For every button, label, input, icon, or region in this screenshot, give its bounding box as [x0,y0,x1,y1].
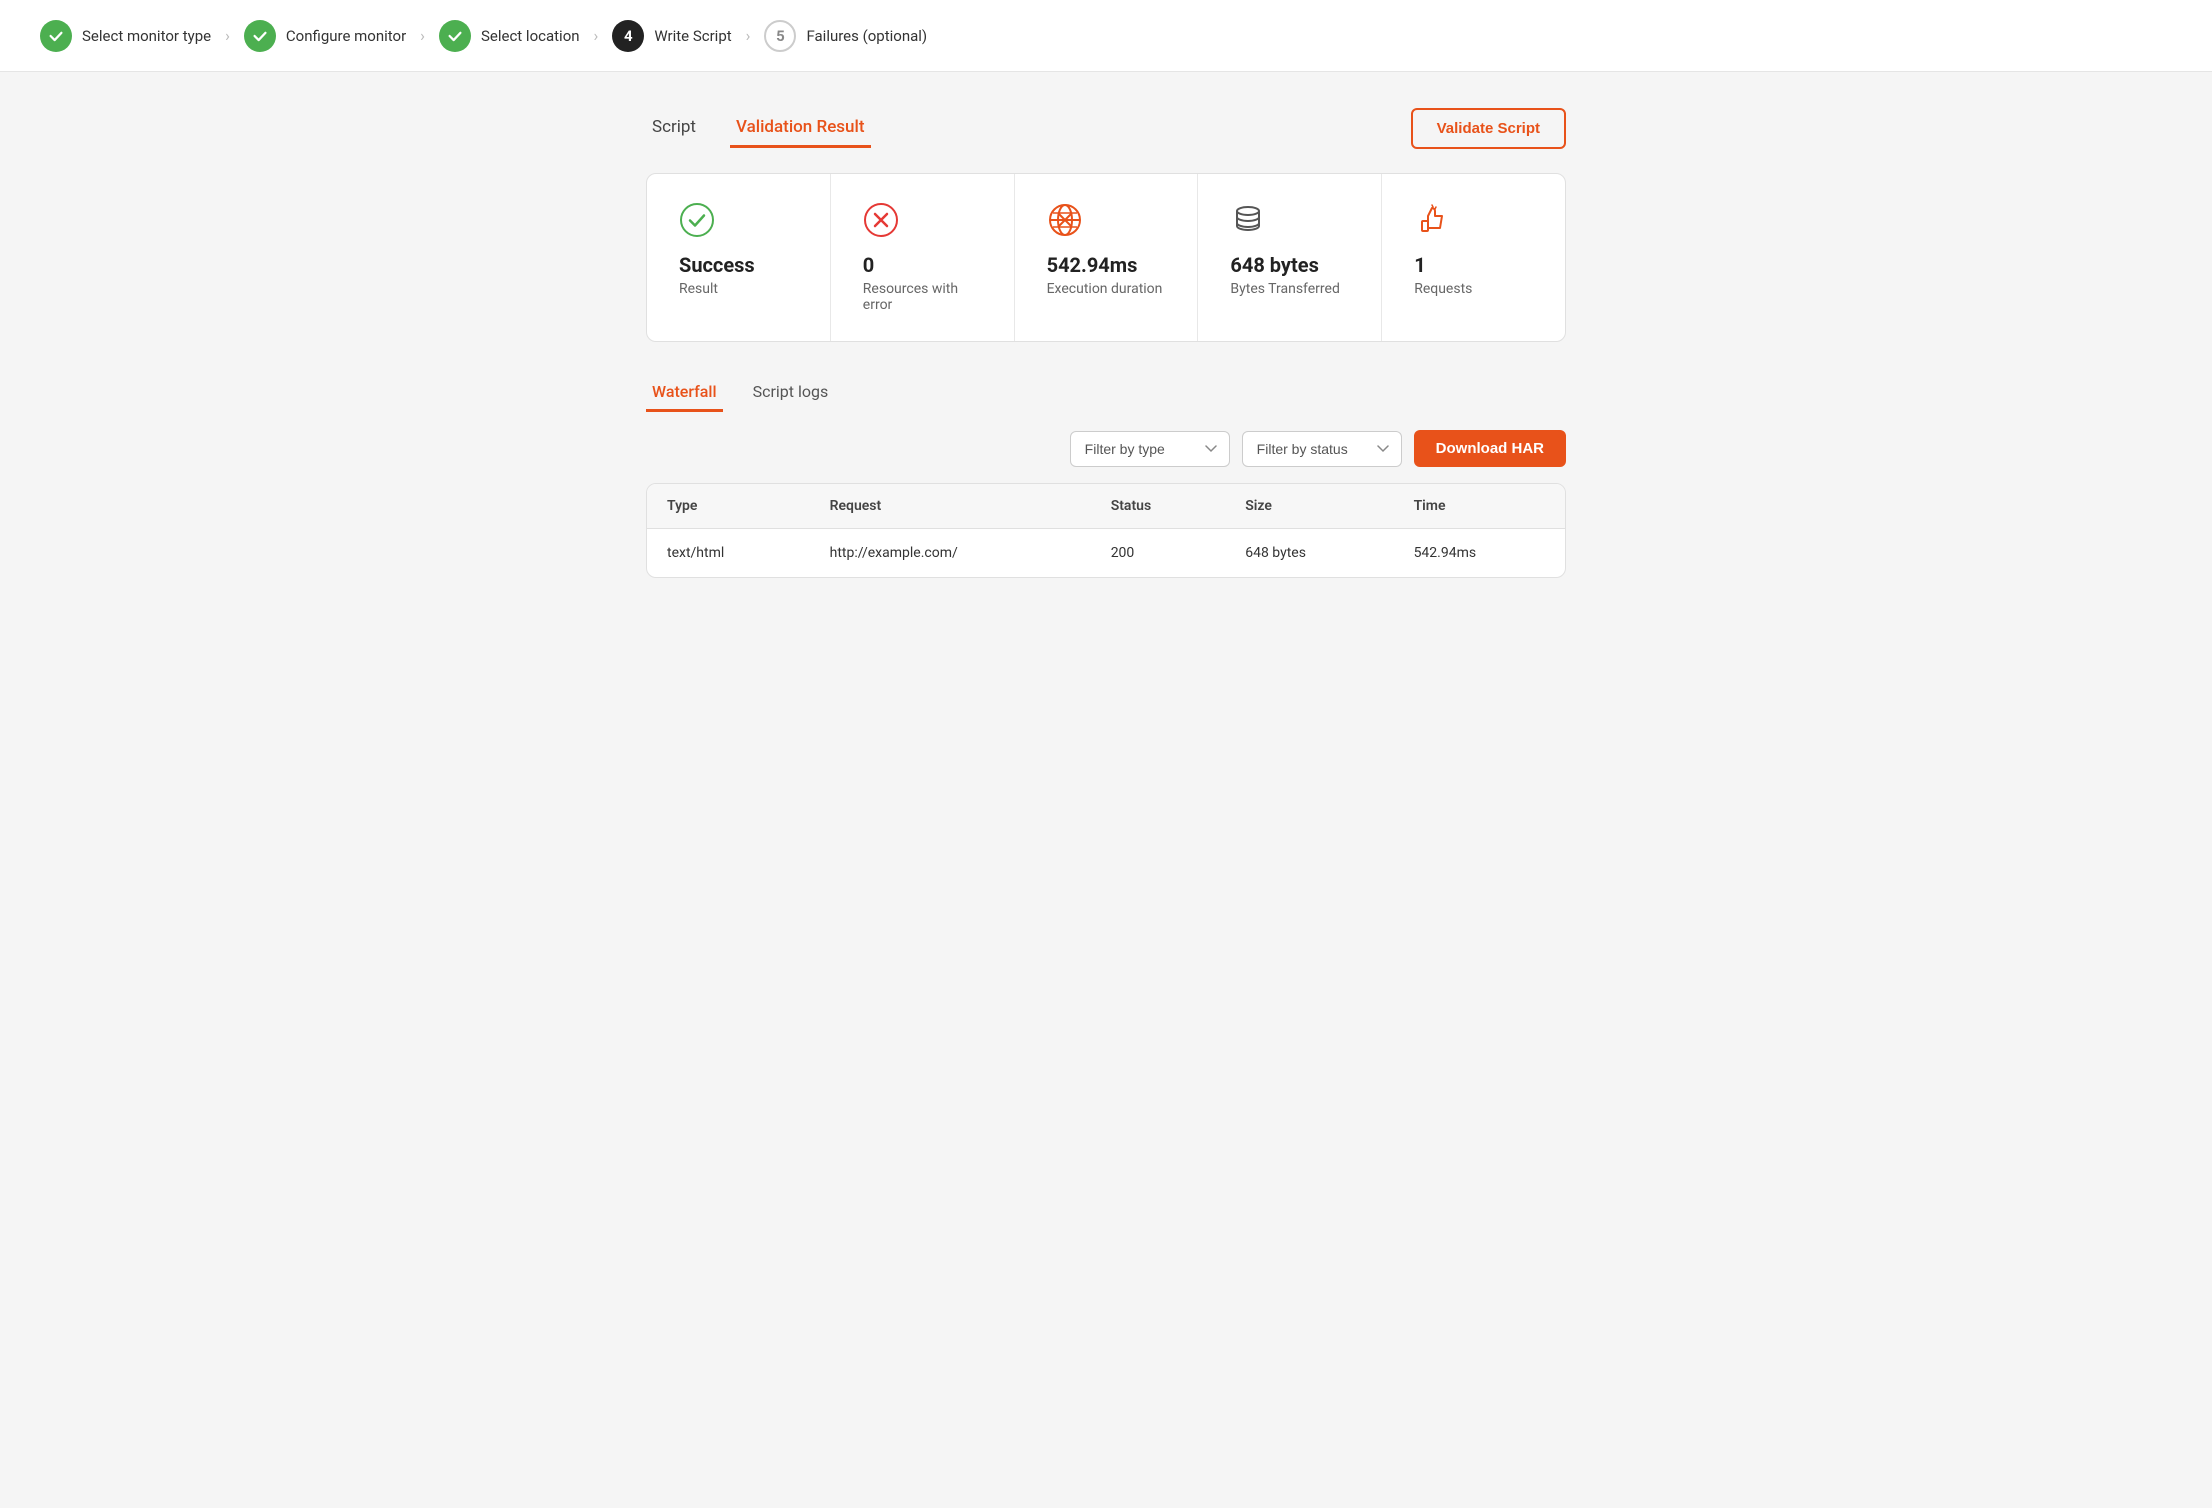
metric-value: 0 [863,253,874,277]
tabs-row: Script Validation Result Validate Script [646,108,1566,149]
step-arrow: › [594,26,599,45]
metric-label: Result [679,281,718,297]
metric-requests: 1 Requests [1382,174,1565,341]
metric-label: Execution duration [1047,281,1163,297]
step-complete-icon [244,20,276,52]
step-select-location[interactable]: Select location [439,20,580,52]
col-request: Request [810,484,1091,529]
waterfall-tabs: Waterfall Script logs [646,374,1566,412]
validate-script-button[interactable]: Validate Script [1411,108,1566,149]
download-har-button[interactable]: Download HAR [1414,430,1566,467]
stepper: Select monitor type › Configure monitor … [0,0,2212,72]
step-complete-icon [40,20,72,52]
col-time: Time [1394,484,1565,529]
database-icon [1230,202,1266,243]
success-icon [679,202,715,243]
step-label: Failures (optional) [806,27,927,45]
metric-execution-duration: 542.94ms Execution duration [1015,174,1199,341]
step-label: Write Script [654,27,731,45]
globe-icon [1047,202,1083,243]
step-arrow: › [746,26,751,45]
script-tabs: Script Validation Result [646,109,899,148]
step-failures-optional[interactable]: 5 Failures (optional) [764,20,927,52]
cell-type: text/html [647,529,810,578]
tab-script[interactable]: Script [646,109,702,148]
filter-row: Filter by type Filter by status Download… [646,430,1566,467]
waterfall-table: Type Request Status Size Time text/html … [646,483,1566,578]
main-content: Script Validation Result Validate Script… [626,72,1586,614]
table-row: text/html http://example.com/ 200 648 by… [647,529,1565,578]
cell-time: 542.94ms [1394,529,1565,578]
metric-bytes-transferred: 648 bytes Bytes Transferred [1198,174,1382,341]
tab-validation-result[interactable]: Validation Result [730,109,871,148]
thumbsup-icon [1414,202,1450,243]
step-arrow: › [225,26,230,45]
step-write-script[interactable]: 4 Write Script [612,20,731,52]
step-complete-icon [439,20,471,52]
metric-label: Requests [1414,281,1472,297]
step-number-icon: 4 [612,20,644,52]
error-icon [863,202,899,243]
metric-label: Resources with error [863,281,982,313]
metric-value: Success [679,253,755,277]
metric-value: 542.94ms [1047,253,1138,277]
metric-value: 1 [1414,253,1425,277]
tab-waterfall[interactable]: Waterfall [646,374,723,412]
step-label: Select location [481,27,580,45]
tab-script-logs[interactable]: Script logs [747,374,835,412]
metric-label: Bytes Transferred [1230,281,1339,297]
col-type: Type [647,484,810,529]
metrics-card: Success Result 0 Resources with error [646,173,1566,342]
step-select-monitor-type[interactable]: Select monitor type [40,20,211,52]
metric-resources-error: 0 Resources with error [831,174,1015,341]
cell-status: 200 [1091,529,1226,578]
cell-request[interactable]: http://example.com/ [810,529,1091,578]
step-label: Configure monitor [286,27,406,45]
metric-value: 648 bytes [1230,253,1318,277]
cell-size: 648 bytes [1225,529,1393,578]
step-arrow: › [420,26,425,45]
col-status: Status [1091,484,1226,529]
metric-result: Success Result [647,174,831,341]
step-number-icon: 5 [764,20,796,52]
step-configure-monitor[interactable]: Configure monitor [244,20,406,52]
table-header-row: Type Request Status Size Time [647,484,1565,529]
col-size: Size [1225,484,1393,529]
step-label: Select monitor type [82,27,211,45]
filter-type-select[interactable]: Filter by type [1070,431,1230,467]
filter-status-select[interactable]: Filter by status [1242,431,1402,467]
